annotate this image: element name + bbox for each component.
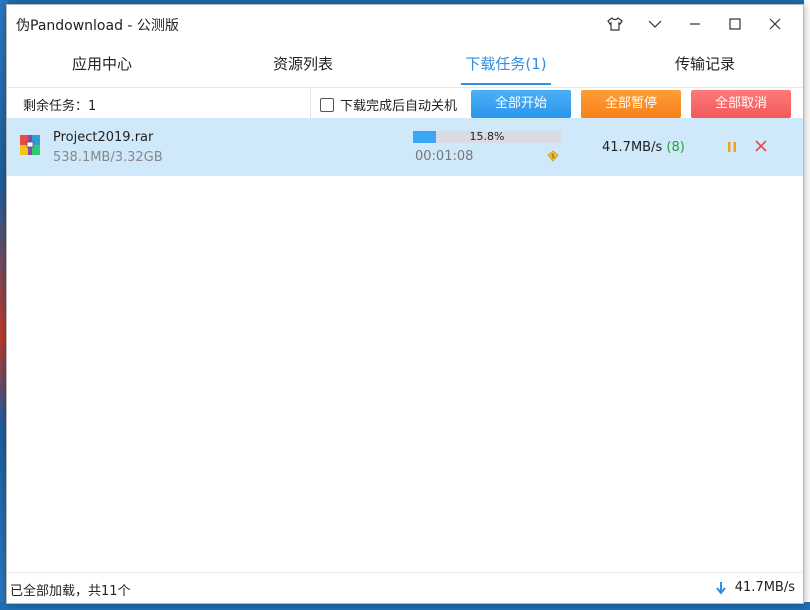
auto-shutdown-label: 下载完成后自动关机	[340, 99, 458, 114]
task-progress-bar: 15.8%	[413, 130, 561, 143]
tab-resource-list[interactable]: 资源列表	[253, 45, 353, 87]
minimize-icon	[690, 23, 700, 25]
coin-icon: $	[547, 150, 559, 162]
status-loaded-count: 已全部加载，共11个	[10, 584, 131, 599]
remaining-tasks-count: 剩余任务：1	[23, 99, 97, 114]
auto-shutdown-option[interactable]: 下载完成后自动关机	[320, 95, 457, 114]
task-file-size: 538.1MB/3.32GB	[53, 150, 163, 165]
status-total-speed: 41.7MB/s	[715, 580, 795, 595]
chevron-down-icon	[648, 20, 662, 28]
start-all-button[interactable]: 全部开始	[471, 90, 571, 118]
title-bar: 伪Pandownload - 公测版	[7, 5, 803, 43]
active-tab-indicator	[461, 83, 551, 85]
app-window: 伪Pandownload - 公测版 应用中心 资源列表 下载任务(1) 传输记…	[6, 4, 804, 604]
task-progress-text: 15.8%	[469, 130, 505, 143]
svg-text:$: $	[551, 153, 555, 160]
pause-all-button[interactable]: 全部暂停	[581, 90, 681, 118]
task-elapsed-time: 00:01:08	[415, 149, 474, 164]
skin-button[interactable]	[595, 11, 635, 37]
auto-shutdown-checkbox[interactable]	[320, 97, 334, 112]
minimize-button[interactable]	[675, 11, 715, 37]
tshirt-icon	[607, 17, 623, 31]
task-toolbar: 剩余任务：1 下载完成后自动关机 全部开始 全部暂停 全部取消	[7, 88, 803, 121]
archive-file-icon	[20, 135, 40, 155]
tab-download-tasks[interactable]: 下载任务(1)	[461, 45, 551, 87]
tab-transfer-records[interactable]: 传输记录	[655, 45, 755, 87]
task-file-name: Project2019.rar	[53, 130, 154, 145]
task-speed: 41.7MB/s (8)	[602, 140, 685, 155]
task-speed-value: 41.7MB/s	[602, 140, 663, 155]
tab-download-tasks-label: 下载任务(1)	[465, 55, 547, 73]
maximize-button[interactable]	[715, 11, 755, 37]
window-title: 伪Pandownload - 公测版	[16, 18, 179, 34]
download-task-row[interactable]: Project2019.rar 538.1MB/3.32GB 15.8% 00:…	[7, 118, 803, 176]
toolbar-divider	[310, 88, 311, 120]
maximize-icon	[729, 18, 741, 30]
window-controls	[595, 11, 795, 37]
pause-icon[interactable]	[725, 140, 739, 154]
delete-task-icon[interactable]	[753, 138, 769, 154]
desktop-background-right	[804, 0, 810, 610]
main-tabs: 应用中心 资源列表 下载任务(1) 传输记录	[7, 45, 803, 88]
close-button[interactable]	[755, 11, 795, 37]
status-speed-value: 41.7MB/s	[734, 580, 795, 595]
task-connections: (8)	[666, 140, 685, 155]
tab-app-center[interactable]: 应用中心	[52, 45, 152, 87]
close-icon	[769, 18, 781, 30]
cancel-all-button[interactable]: 全部取消	[691, 90, 791, 118]
download-arrow-icon	[715, 581, 726, 595]
dropdown-button[interactable]	[635, 11, 675, 37]
status-bar: 已全部加载，共11个 41.7MB/s	[7, 572, 803, 603]
